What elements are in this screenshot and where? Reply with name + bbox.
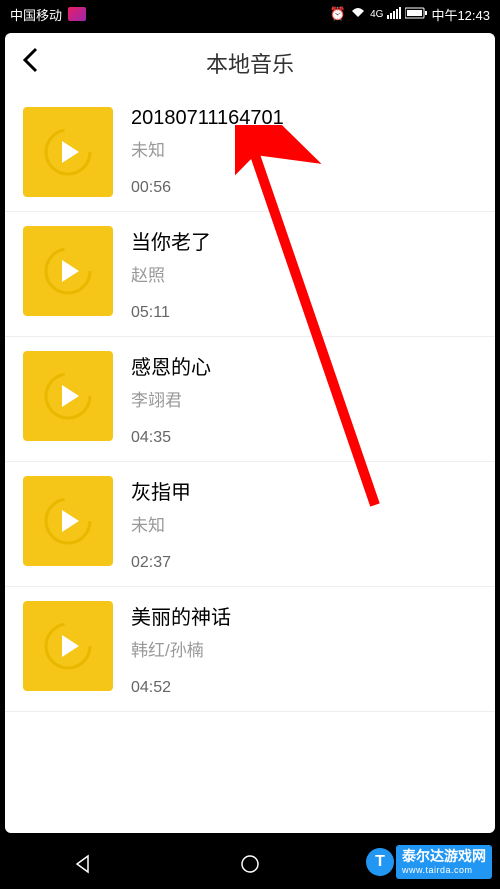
song-item[interactable]: 美丽的神话 韩红/孙楠 04:52 [5,587,495,712]
song-item[interactable]: 20180711164701 未知 00:56 [5,93,495,212]
song-artist: 未知 [131,511,477,536]
song-item[interactable]: 感恩的心 李翊君 04:35 [5,337,495,462]
song-title: 感恩的心 [131,351,477,380]
play-icon [23,226,113,316]
song-artist: 未知 [131,136,477,161]
play-icon [23,351,113,441]
song-title: 20180711164701 [131,107,477,130]
back-button[interactable] [21,46,39,81]
watermark-title: 泰尔达游戏网 [402,848,486,864]
song-duration: 04:35 [131,429,477,447]
wifi-icon [350,7,366,22]
song-item[interactable]: 当你老了 赵照 05:11 [5,212,495,337]
song-duration: 00:56 [131,179,477,197]
watermark-logo-icon: T [366,848,394,876]
song-artist: 韩红/孙楠 [131,636,477,661]
song-title: 美丽的神话 [131,601,477,630]
header: 本地音乐 [5,33,495,93]
play-icon [23,107,113,197]
nav-back-button[interactable] [72,853,94,875]
carrier-logo-icon [68,7,86,21]
song-artist: 李翊君 [131,386,477,411]
song-list: 20180711164701 未知 00:56 当你老了 赵照 05:11 感恩… [5,93,495,712]
page-title: 本地音乐 [21,47,479,79]
battery-icon [405,7,427,22]
network-label: 4G [370,9,383,20]
alarm-icon: ⏰ [330,6,346,22]
play-icon [23,476,113,566]
watermark: T 泰尔达游戏网 www.tairda.com [366,845,492,879]
time-label: 中午12:43 [431,5,490,24]
song-duration: 05:11 [131,304,477,322]
status-bar: 中国移动 ⏰ 4G 中午12:43 [0,0,500,28]
signal-icon [387,7,401,22]
song-duration: 04:52 [131,679,477,697]
watermark-url: www.tairda.com [402,865,486,876]
song-title: 当你老了 [131,226,477,255]
main-container: 本地音乐 20180711164701 未知 00:56 当你老了 赵照 05:… [5,33,495,833]
song-duration: 02:37 [131,554,477,572]
song-title: 灰指甲 [131,476,477,505]
play-icon [23,601,113,691]
carrier-label: 中国移动 [10,5,62,24]
nav-home-button[interactable] [239,853,261,875]
song-artist: 赵照 [131,261,477,286]
song-item[interactable]: 灰指甲 未知 02:37 [5,462,495,587]
